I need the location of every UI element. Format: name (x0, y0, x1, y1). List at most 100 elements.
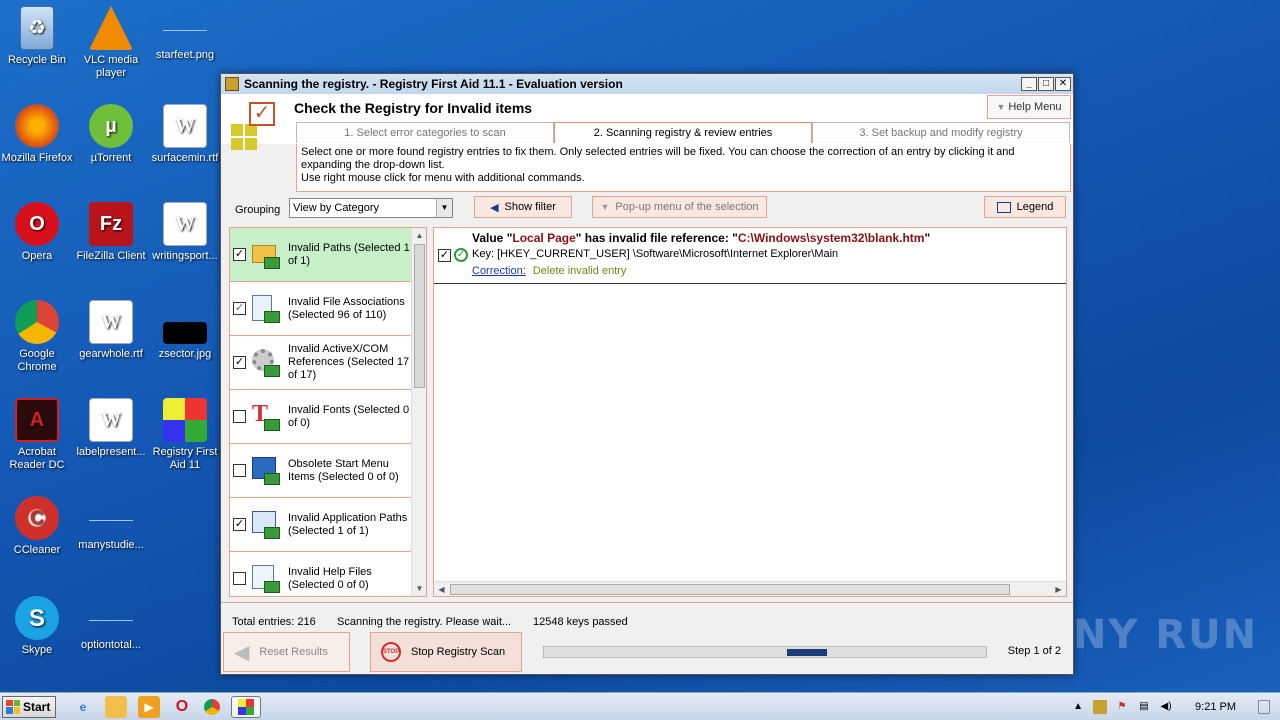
category-checkbox[interactable] (233, 464, 246, 477)
window-controls: _ □ ✕ (1021, 77, 1073, 91)
category-checkbox[interactable]: ✓ (233, 518, 246, 531)
internet-explorer-icon[interactable]: e (72, 696, 94, 718)
file-explorer-icon[interactable] (105, 695, 127, 718)
reset-results-label: Reset Results (259, 646, 328, 658)
instructions-text: Select one or more found registry entrie… (296, 144, 1071, 192)
back-arrow-icon: ◀ (234, 641, 250, 664)
category-item-start-menu[interactable]: Obsolete Start Menu Items (Selected 0 of… (230, 444, 412, 498)
minimize-button[interactable]: _ (1021, 77, 1037, 91)
desktop-icon-firefox[interactable]: Mozilla Firefox (0, 104, 74, 165)
scanning-status: Scanning the registry. Please wait... (337, 616, 512, 628)
action-center-icon[interactable]: ⚑ (1115, 700, 1129, 714)
taskbar: Start e ▶ O ▲ ⚑ ▤ ◀) 9:21 PM (0, 692, 1280, 720)
category-checkbox[interactable]: ✓ (233, 248, 246, 261)
desktop-icon-optiontotal[interactable]: optiontotal... (74, 596, 148, 652)
category-item-file-associations[interactable]: ✓ Invalid File Associations (Selected 96… (230, 282, 412, 336)
desktop-icon-label: writingsport... (152, 250, 218, 262)
desktop-icon-label: optiontotal... (81, 639, 141, 651)
entries-horizontal-scrollbar[interactable]: ◀ ▶ (434, 581, 1066, 596)
desktop-icon-zsector[interactable]: zsector.jpg (148, 300, 222, 361)
grouping-label: Grouping (235, 204, 281, 216)
entry-checkbox[interactable]: ✓ (438, 249, 451, 262)
category-checkbox[interactable]: ✓ (233, 302, 246, 315)
help-files-icon (250, 563, 282, 595)
correction-link[interactable]: Correction: (472, 265, 526, 277)
start-button[interactable]: Start (2, 695, 56, 718)
stop-registry-scan-button[interactable]: STOP Stop Registry Scan (370, 632, 522, 672)
desktop-icon-manystudie[interactable]: manystudie... (74, 496, 148, 552)
tab-select-categories[interactable]: 1. Select error categories to scan (296, 122, 554, 143)
show-hidden-icons-icon[interactable]: ▲ (1071, 700, 1085, 714)
desktop-icon-ccleaner[interactable]: C CCleaner (0, 496, 74, 557)
tab-backup-modify[interactable]: 3. Set backup and modify registry (812, 122, 1070, 143)
desktop-icon-writingsport[interactable]: W writingsport... (148, 202, 222, 263)
popup-menu-button[interactable]: ▼ Pop-up menu of the selection (592, 196, 767, 218)
entry-value-name: Local Page (512, 231, 576, 245)
category-item-help-files[interactable]: Invalid Help Files (Selected 0 of 0) (230, 552, 412, 596)
category-item-fonts[interactable]: T Invalid Fonts (Selected 0 of 0) (230, 390, 412, 444)
category-scrollbar[interactable]: ▲ ▼ (411, 228, 426, 596)
desktop-icon-label: manystudie... (78, 539, 144, 551)
opera-taskbar-icon[interactable]: O (171, 696, 193, 718)
category-item-application-paths[interactable]: ✓ Invalid Application Paths (Selected 1 … (230, 498, 412, 552)
desktop-icon-chrome[interactable]: Google Chrome (0, 300, 74, 374)
help-menu-button[interactable]: ▼ Help Menu (987, 95, 1071, 119)
desktop-icon-label: FileZilla Client (76, 250, 146, 262)
category-checkbox[interactable]: ✓ (233, 356, 246, 369)
scroll-down-icon[interactable]: ▼ (412, 581, 426, 596)
show-filter-button[interactable]: ◀ Show filter (474, 196, 572, 218)
legend-button[interactable]: Legend (984, 196, 1066, 218)
desktop-icon-surfacemin[interactable]: W surfacemin.rtf (148, 104, 222, 165)
desktop-icon-recycle-bin[interactable]: ♻ Recycle Bin (0, 6, 74, 67)
network-icon[interactable]: ▤ (1137, 700, 1151, 714)
app-window: Scanning the registry. - Registry First … (220, 73, 1074, 675)
scroll-left-icon[interactable]: ◀ (434, 582, 449, 597)
desktop-icon-label: zsector.jpg (158, 348, 212, 360)
keys-passed: 12548 keys passed (533, 616, 628, 628)
word-document-icon: W (163, 202, 207, 246)
registry-entry[interactable]: ✓ ✓ Value "Local Page" has invalid file … (434, 228, 1066, 284)
grouping-select[interactable]: View by Category ▼ (289, 198, 453, 218)
scrollbar-thumb[interactable] (450, 584, 1010, 595)
desktop-icon-utorrent[interactable]: µ µTorrent (74, 104, 148, 165)
desktop-icon-acrobat[interactable]: A Acrobat Reader DC (0, 398, 74, 472)
instructions-line: Use right mouse click for menu with addi… (301, 172, 585, 184)
windows-logo-icon (6, 699, 20, 714)
category-checkbox[interactable] (233, 572, 246, 585)
window-titlebar[interactable]: Scanning the registry. - Registry First … (221, 74, 1073, 94)
desktop-icon-vlc[interactable]: VLC media player (74, 6, 148, 80)
desktop-icon-label: VLC media player (83, 54, 139, 79)
scroll-up-icon[interactable]: ▲ (412, 228, 426, 243)
scrollbar-thumb[interactable] (414, 244, 425, 388)
volume-icon[interactable]: ◀) (1159, 700, 1173, 714)
category-checkbox[interactable] (233, 410, 246, 423)
scroll-right-icon[interactable]: ▶ (1051, 582, 1066, 597)
maximize-button[interactable]: □ (1038, 77, 1054, 91)
chrome-taskbar-icon[interactable] (204, 698, 220, 715)
desktop-icon-gearwhole[interactable]: W gearwhole.rtf (74, 300, 148, 361)
desktop-icon-filezilla[interactable]: Fz FileZilla Client (74, 202, 148, 263)
show-desktop-icon[interactable] (1258, 699, 1270, 714)
desktop-icon-opera[interactable]: O Opera (0, 202, 74, 263)
app-tray-icon[interactable] (1093, 699, 1108, 714)
desktop-icon-skype[interactable]: S Skype (0, 596, 74, 657)
desktop-icon-label: starfeet.png (155, 49, 215, 61)
desktop-icon-label: µTorrent (90, 152, 132, 164)
category-label: Invalid ActiveX/COM References (Selected… (288, 343, 410, 381)
registry-first-aid-taskbar-icon[interactable] (231, 695, 261, 718)
desktop-icon-registry-first-aid[interactable]: Registry First Aid 11 (148, 398, 222, 472)
entry-file-ref: C:\Windows\system32\blank.htm (737, 231, 925, 245)
desktop-icon-labelpresent[interactable]: W labelpresent... (74, 398, 148, 459)
tab-scanning-review[interactable]: 2. Scanning registry & review entries (554, 122, 812, 143)
close-button[interactable]: ✕ (1055, 77, 1071, 91)
category-item-activex-com[interactable]: ✓ Invalid ActiveX/COM References (Select… (230, 336, 412, 390)
clock[interactable]: 9:21 PM (1195, 701, 1236, 713)
media-player-icon[interactable]: ▶ (138, 695, 160, 718)
reset-results-button[interactable]: ◀ Reset Results (223, 632, 350, 672)
desktop-icon-starfeet[interactable]: starfeet.png (148, 6, 222, 62)
desktop-icon-label: Skype (21, 644, 53, 656)
category-list: ✓ Invalid Paths (Selected 1 of 1) ✓ Inva… (229, 227, 427, 597)
correction-value[interactable]: Delete invalid entry (533, 265, 627, 277)
ccleaner-icon: C (15, 496, 59, 540)
category-item-invalid-paths[interactable]: ✓ Invalid Paths (Selected 1 of 1) (230, 228, 412, 282)
